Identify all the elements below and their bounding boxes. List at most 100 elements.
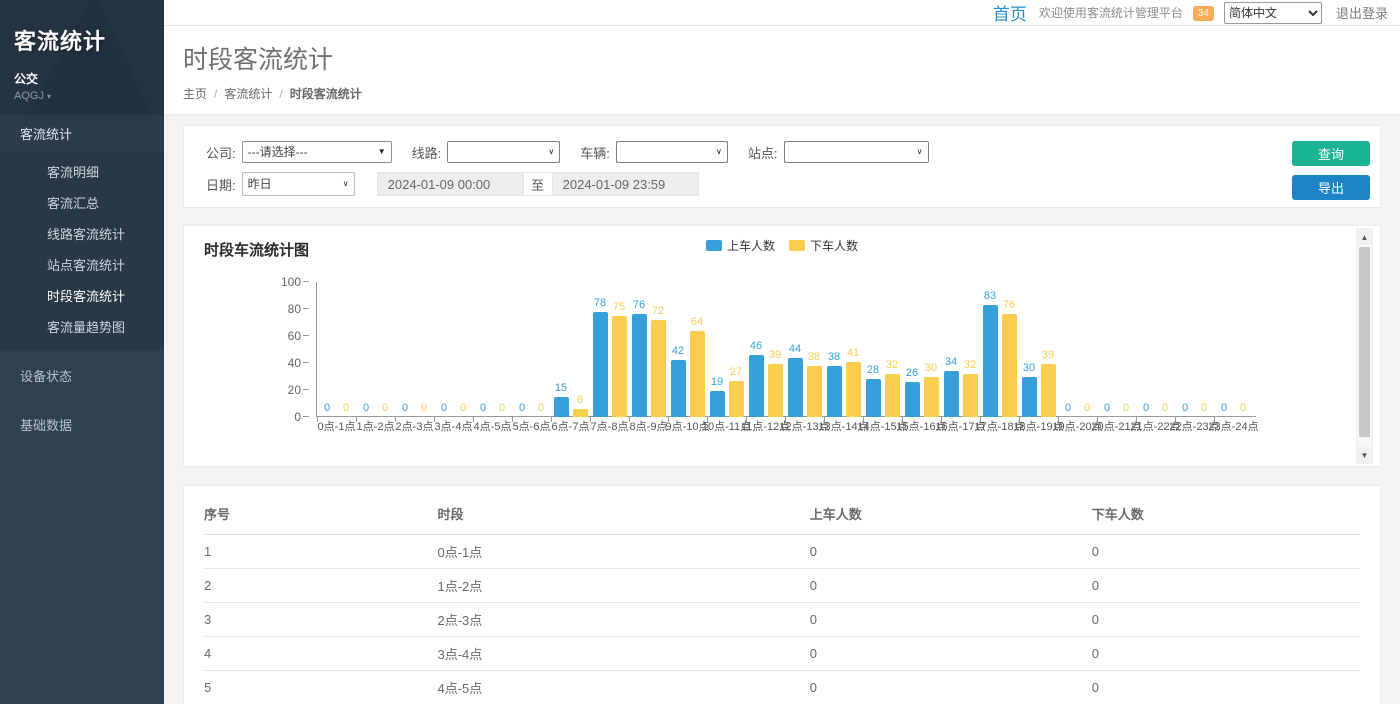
bar[interactable]	[1022, 377, 1037, 418]
bar-value-label: 38	[803, 351, 825, 363]
bar[interactable]	[573, 409, 588, 417]
header-period: 时段	[438, 494, 810, 535]
y-axis-tick-mark	[303, 308, 309, 309]
bar[interactable]	[807, 366, 822, 417]
bar-wrap: 0	[1061, 282, 1076, 417]
bar-value-label: 0	[374, 402, 396, 414]
bar-value-label: 0	[413, 402, 435, 414]
breadcrumb-section[interactable]: 客流统计	[224, 85, 272, 102]
bar[interactable]	[905, 382, 920, 417]
table-cell: 0	[810, 671, 1092, 704]
bar[interactable]	[710, 391, 725, 417]
bar-wrap: 0	[359, 282, 374, 417]
chart-vertical-scrollbar[interactable]: ▲ ▼	[1356, 228, 1373, 464]
chart-plot: 000点-1点001点-2点002点-3点003点-4点004点-5点005点-…	[316, 282, 1256, 417]
table-cell: 0	[810, 535, 1092, 569]
bar[interactable]	[788, 358, 803, 417]
vehicle-select[interactable]	[616, 141, 728, 163]
chart-category-group: 003点-4点	[434, 282, 473, 417]
scroll-up-arrow-icon[interactable]: ▲	[1357, 229, 1372, 245]
bar-value-label: 0	[1076, 402, 1098, 414]
station-select-wrap: ∨	[784, 141, 929, 163]
bar[interactable]	[612, 316, 627, 417]
y-axis-tick-mark	[303, 362, 309, 363]
bar[interactable]	[924, 377, 939, 418]
chart-category-group: 004点-5点	[473, 282, 512, 417]
sidebar-item-device-status[interactable]: 设备状态	[0, 356, 164, 395]
table-cell: 0	[1092, 535, 1360, 569]
breadcrumb-home[interactable]: 主页	[183, 85, 207, 102]
scrollbar-track[interactable]	[1357, 245, 1372, 447]
bar[interactable]	[749, 355, 764, 417]
bar[interactable]	[651, 320, 666, 417]
sidebar-subitem[interactable]: 站点客流统计	[0, 249, 164, 280]
bar-value-label: 30	[1018, 362, 1040, 374]
line-label: 线路:	[412, 143, 442, 162]
bar[interactable]	[846, 362, 861, 417]
chart-category-group: 0021点-22点	[1136, 282, 1175, 417]
chart-category-group: 463911点-12点	[746, 282, 785, 417]
scrollbar-thumb[interactable]	[1359, 247, 1370, 437]
table-cell: 5	[204, 671, 438, 704]
company-code-dropdown[interactable]: AQGJ ▾	[14, 90, 150, 102]
y-axis-tick-mark	[303, 335, 309, 336]
header-alighting: 下车人数	[1092, 494, 1360, 535]
bar[interactable]	[768, 364, 783, 417]
bar-wrap: 0	[495, 282, 510, 417]
bar[interactable]	[963, 374, 978, 417]
date-to-input[interactable]	[552, 172, 699, 196]
sidebar-subitem[interactable]: 时段客流统计	[0, 280, 164, 311]
date-preset-select[interactable]: 昨日	[242, 172, 355, 196]
sidebar-subitem[interactable]: 客流明细	[0, 156, 164, 187]
bar-wrap: 72	[651, 282, 666, 417]
chart-category-group: 0022点-23点	[1175, 282, 1214, 417]
date-from-input[interactable]	[377, 172, 524, 196]
bar-wrap: 64	[690, 282, 705, 417]
bar[interactable]	[1002, 314, 1017, 417]
bar[interactable]	[983, 305, 998, 417]
bar[interactable]	[632, 314, 647, 417]
sidebar-item-passenger-stats[interactable]: 客流统计	[0, 115, 164, 152]
bar-wrap: 0	[1178, 282, 1193, 417]
table-row: 10点-1点00	[204, 535, 1360, 569]
sidebar-subitem[interactable]: 客流汇总	[0, 187, 164, 218]
line-select[interactable]	[447, 141, 560, 163]
home-link[interactable]: 首页	[993, 0, 1027, 25]
sidebar-item-base-data[interactable]: 基础数据	[0, 405, 164, 444]
company-select[interactable]: ---请选择---	[242, 141, 392, 163]
bar[interactable]	[885, 374, 900, 417]
bar[interactable]	[827, 366, 842, 417]
station-select[interactable]	[784, 141, 929, 163]
chart-category-group: 837617点-18点	[980, 282, 1019, 417]
sidebar-subitem[interactable]: 客流量趋势图	[0, 311, 164, 342]
bar[interactable]	[729, 381, 744, 417]
sidebar-subitem[interactable]: 线路客流统计	[0, 218, 164, 249]
bar[interactable]	[690, 331, 705, 417]
bar[interactable]	[671, 360, 686, 417]
bar-wrap: 0	[378, 282, 393, 417]
bar[interactable]	[554, 397, 569, 417]
bar[interactable]	[944, 371, 959, 417]
legend-item[interactable]: 上车人数	[706, 237, 775, 254]
logout-link[interactable]: 退出登录	[1336, 3, 1388, 22]
bar-wrap: 0	[1197, 282, 1212, 417]
scroll-down-arrow-icon[interactable]: ▼	[1357, 447, 1372, 463]
vehicle-select-wrap: ∨	[616, 141, 728, 163]
chart-y-axis: 020406080100	[269, 282, 309, 417]
query-button[interactable]: 查询	[1292, 141, 1370, 166]
bar[interactable]	[866, 379, 881, 417]
language-select[interactable]: 简体中文	[1224, 2, 1322, 24]
table-cell: 3点-4点	[438, 637, 810, 671]
bar-wrap: 83	[983, 282, 998, 417]
table-cell: 1点-2点	[438, 569, 810, 603]
bar-wrap: 26	[905, 282, 920, 417]
legend-item[interactable]: 下车人数	[789, 237, 858, 254]
bar[interactable]	[1041, 364, 1056, 417]
notification-badge[interactable]: 34	[1193, 6, 1214, 21]
bar-value-label: 39	[764, 349, 786, 361]
export-button[interactable]: 导出	[1292, 175, 1370, 200]
bar-wrap: 0	[1119, 282, 1134, 417]
page-content: 公司: ---请选择--- ▼ 线路: ∨ 车辆: ∨ 站点	[164, 115, 1400, 704]
bar[interactable]	[593, 312, 608, 417]
bar-wrap: 0	[1080, 282, 1095, 417]
